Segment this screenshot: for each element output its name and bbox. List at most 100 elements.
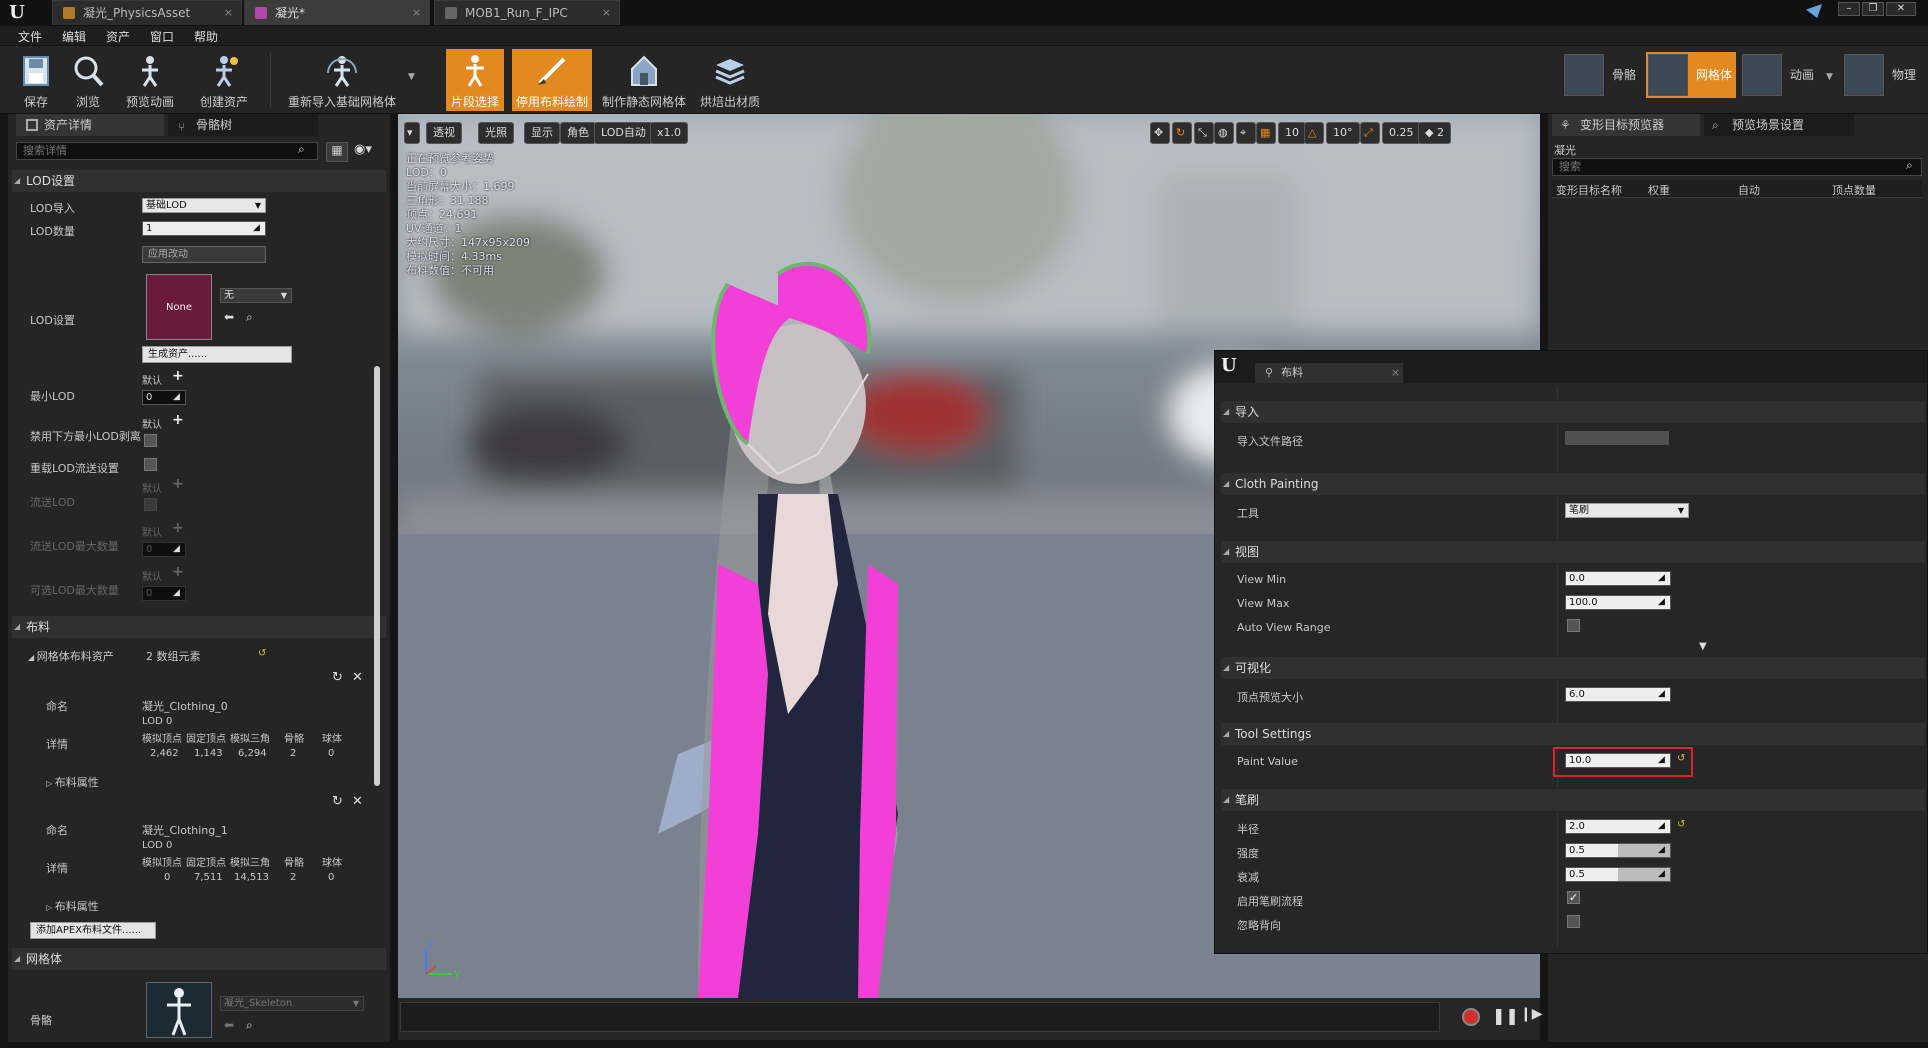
override-lod-streaming-checkbox[interactable] [144,458,157,471]
view-max-input[interactable]: 100.0 ◢ [1565,595,1671,610]
reimport-dropdown-icon[interactable]: ▼ [408,72,415,82]
preview-animation-button[interactable]: 预览动画 [118,49,182,111]
section-visualization[interactable]: 可视化 [1221,657,1925,679]
cloth-properties-row-0[interactable]: ▷ 布料属性 [46,774,99,790]
add-override-icon[interactable]: + [172,412,184,428]
grid-view-icon[interactable]: ▦ [326,142,348,162]
browse-search-icon[interactable]: ⌕ [246,310,253,325]
animation-dropdown-icon[interactable]: ▼ [1826,72,1833,82]
apply-changes-button[interactable]: 应用改动 [142,246,266,263]
add-override-icon[interactable]: + [172,368,184,384]
section-lod-settings[interactable]: LOD设置 [12,170,386,192]
skeleton-dropdown[interactable]: 凝光_Skeleton [220,996,364,1011]
reset-element-icon[interactable]: ↻ [332,794,343,809]
lod-import-dropdown[interactable]: 基础LOD [142,198,266,213]
details-search-input[interactable]: 搜索详情 [16,142,318,160]
tab-close-icon[interactable]: × [1391,363,1400,383]
browse-search-icon[interactable]: ⌕ [246,1018,253,1033]
radius-input[interactable]: 2.0 ◢ [1565,819,1671,834]
tab-close-icon[interactable]: × [412,1,421,25]
close-button[interactable]: ✕ [1886,2,1916,16]
section-mesh[interactable]: 网格体 [12,948,386,970]
rotate-icon[interactable]: ↻ [1172,122,1192,144]
use-selected-arrow-icon[interactable]: ⬅ [224,1018,234,1032]
create-asset-button[interactable]: 创建资产 [192,49,256,111]
min-lod-input[interactable]: 0 ◢ [142,390,186,405]
vertex-preview-size-input[interactable]: 6.0 ◢ [1565,687,1671,702]
disable-below-min-lod-checkbox[interactable] [144,434,157,447]
section-brush[interactable]: 笔刷 [1221,789,1925,811]
menu-help[interactable]: 帮助 [194,28,218,45]
tab-close-icon[interactable]: × [224,1,233,25]
lit-button[interactable]: 光照 [478,122,514,144]
character-button[interactable]: 角色 [560,122,596,144]
tab-asset-details[interactable]: 资产详情 [16,114,164,136]
details-scrollbar[interactable] [374,366,380,786]
record-icon[interactable] [1462,1008,1480,1026]
browse-button[interactable]: 浏览 [64,49,112,111]
disable-cloth-paint-button[interactable]: 停用布料绘制 [512,49,592,111]
delete-element-icon[interactable]: ✕ [352,670,363,685]
grid-snap-value[interactable]: 10 [1278,122,1306,144]
section-clothing[interactable]: 布料 [12,616,386,638]
cloth-properties-row-1[interactable]: ▷ 布料属性 [46,898,99,914]
bake-out-materials-button[interactable]: 烘焙出材质 [696,49,764,111]
tab-morph-target-previewer[interactable]: ⚘ 变形目标预览器 [1552,114,1700,136]
ignore-back-facing-checkbox[interactable] [1567,915,1580,928]
viewport-options-button[interactable]: ▾ [404,122,420,144]
lod-settings-asset-dropdown[interactable]: 无 [220,288,292,303]
scale-snap-value[interactable]: 0.25 [1382,122,1421,144]
reset-to-default-icon[interactable]: ↺ [1677,819,1685,830]
scale-icon[interactable]: ⤡ [1194,122,1214,144]
use-selected-arrow-icon[interactable]: ⬅ [224,310,234,324]
save-button[interactable]: 保存 [14,49,58,111]
translate-icon[interactable]: ✥ [1150,122,1170,144]
reset-to-default-icon[interactable]: ↺ [1677,753,1685,764]
section-view[interactable]: 视图 [1221,541,1925,563]
rotation-snap-icon[interactable]: △ [1304,122,1324,144]
camera-speed-button[interactable]: ◆ 2 [1418,122,1451,144]
minimize-button[interactable]: – [1838,2,1860,16]
tab-cloth[interactable]: ⚲ 布料 × [1255,363,1403,383]
physics-mode-button[interactable]: 物理 [1842,52,1926,98]
menu-edit[interactable]: 编辑 [62,28,86,45]
tab-preview-scene-settings[interactable]: ⌕ 预览场景设置 [1704,114,1854,136]
menu-file[interactable]: 文件 [18,28,42,45]
section-select-button[interactable]: 片段选择 [446,49,504,111]
add-apex-cloth-button[interactable]: 添加APEX布料文件...... [30,922,156,939]
mesh-mode-button[interactable]: 网格体 [1646,52,1736,98]
animation-mode-button[interactable]: 动画 [1740,52,1828,98]
view-min-input[interactable]: 0.0 ◢ [1565,571,1671,586]
world-local-icon[interactable]: ◍ [1214,122,1234,144]
visibility-eye-icon[interactable]: ◉▾ [354,142,372,157]
rotation-snap-value[interactable]: 10° [1326,122,1360,144]
perspective-button[interactable]: 透视 [426,122,462,144]
tab-skeletal-mesh[interactable]: 凝光* × [244,0,430,25]
skeleton-thumbnail[interactable] [146,982,212,1038]
make-static-mesh-button[interactable]: 制作静态网格体 [600,49,688,111]
paint-value-input[interactable]: 10.0 ◢ [1565,753,1671,768]
show-button[interactable]: 显示 [524,122,560,144]
tab-skeleton-tree[interactable]: ⑂ 骨骼树 [168,114,318,136]
skeleton-mode-button[interactable]: 骨骼 [1562,52,1648,98]
lod-auto-button[interactable]: LOD自动 [594,122,653,144]
playback-speed-button[interactable]: x1.0 [650,122,689,144]
section-tool-settings[interactable]: Tool Settings [1221,723,1925,745]
section-cloth-painting[interactable]: Cloth Painting [1221,473,1925,495]
auto-view-range-checkbox[interactable] [1567,619,1580,632]
section-import[interactable]: 导入 [1221,401,1925,423]
reset-to-default-icon[interactable]: ↺ [258,648,266,659]
scale-snap-icon[interactable]: ⤢ [1360,122,1380,144]
source-control-icon[interactable] [1806,4,1822,18]
menu-window[interactable]: 窗口 [150,28,174,45]
enable-brush-flow-checkbox[interactable]: ✓ [1567,891,1580,904]
falloff-slider[interactable]: 0.5 ◢ [1565,867,1671,882]
mesh-cloth-assets-row[interactable]: ◢ 网格体布料资产 [28,648,114,664]
grid-snap-icon[interactable]: ▦ [1256,122,1276,144]
menu-asset[interactable]: 资产 [106,28,130,45]
reimport-base-mesh-button[interactable]: 重新导入基础网格体 [280,49,404,111]
timeline-scrubber[interactable] [400,1002,1440,1032]
pause-icon[interactable]: ❚❚ [1492,1006,1519,1025]
morph-search-input[interactable]: 搜索 [1552,158,1922,176]
tab-close-icon[interactable]: × [602,1,611,25]
